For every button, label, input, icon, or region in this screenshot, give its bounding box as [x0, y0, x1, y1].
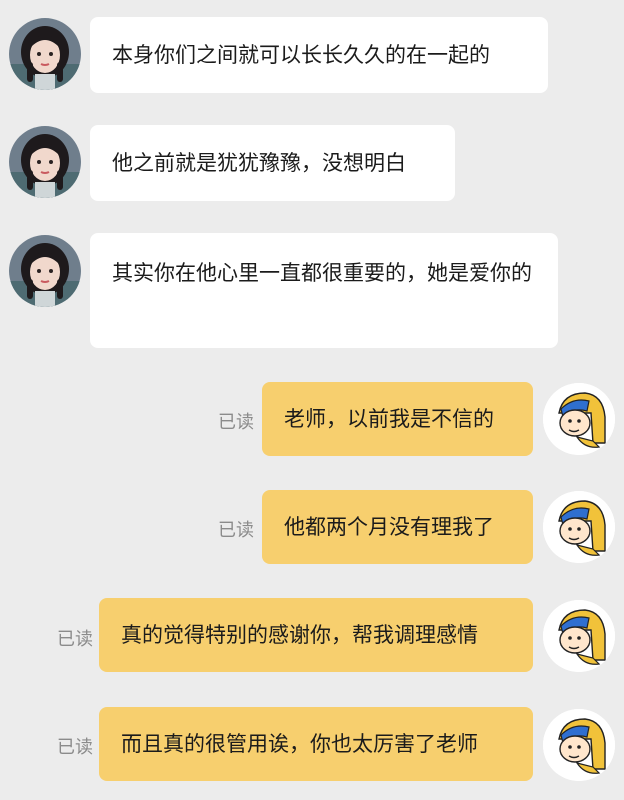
message-bubble-outgoing[interactable]: 老师，以前我是不信的	[262, 382, 533, 456]
cartoon-avatar[interactable]	[543, 709, 615, 781]
read-receipt: 已读	[57, 629, 93, 650]
message-bubble-outgoing[interactable]: 而且真的很管用诶，你也太厉害了老师	[99, 707, 533, 781]
read-receipt: 已读	[218, 412, 254, 433]
girl-avatar[interactable]	[9, 126, 81, 198]
read-receipt: 已读	[57, 737, 93, 758]
message-bubble-incoming[interactable]: 本身你们之间就可以长长久久的在一起的	[90, 17, 548, 93]
read-receipt: 已读	[218, 520, 254, 541]
message-bubble-incoming[interactable]: 其实你在他心里一直都很重要的，她是爱你的	[90, 233, 558, 348]
cartoon-avatar[interactable]	[543, 600, 615, 672]
message-bubble-outgoing[interactable]: 他都两个月没有理我了	[262, 490, 533, 564]
girl-avatar[interactable]	[9, 235, 81, 307]
cartoon-avatar[interactable]	[543, 383, 615, 455]
girl-avatar[interactable]	[9, 18, 81, 90]
message-bubble-incoming[interactable]: 他之前就是犹犹豫豫，没想明白	[90, 125, 455, 201]
message-bubble-outgoing[interactable]: 真的觉得特别的感谢你，帮我调理感情	[99, 598, 533, 672]
cartoon-avatar[interactable]	[543, 491, 615, 563]
